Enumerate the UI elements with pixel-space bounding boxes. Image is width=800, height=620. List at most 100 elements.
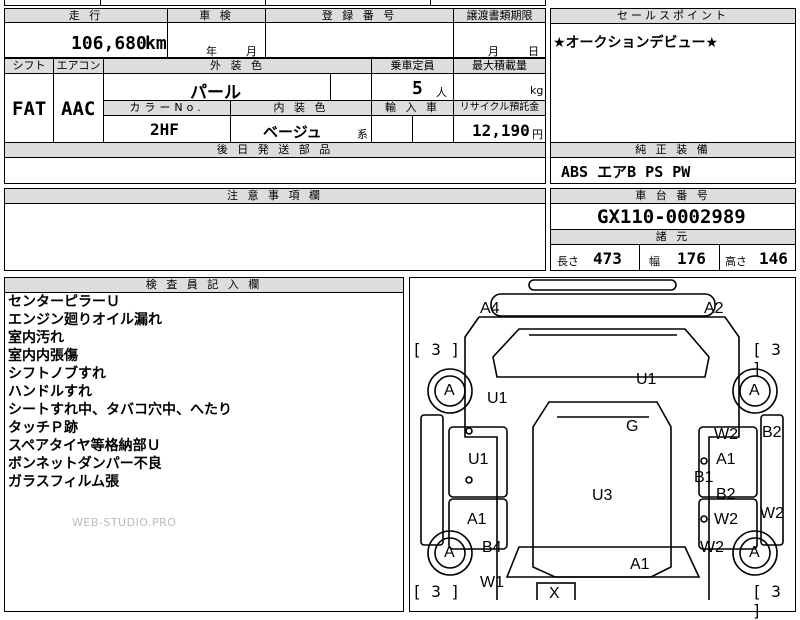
tire-grade-rear-right: A: [749, 544, 760, 561]
inspector-line: ハンドルすれ: [8, 384, 92, 400]
front-bumper: [528, 279, 677, 291]
ac-cell: AAC: [53, 73, 104, 143]
later-parts-header: 後 日 発 送 部 品: [4, 142, 546, 158]
color-no-value: 2HF: [150, 120, 179, 139]
standard-equipment-cell: ABS エアB PS PW: [550, 157, 796, 184]
mark-dot: [700, 515, 708, 523]
tire-grade-rear-left: A: [444, 544, 455, 561]
interior-suffix: 系: [357, 128, 368, 141]
sales-point-cell: ★オークションデビュー★: [550, 23, 796, 143]
damage-mark: A1: [716, 451, 736, 468]
bracket-front-right: [ 3 ]: [752, 340, 781, 378]
max-load-header: 最大積載量: [453, 58, 546, 74]
inspector-header: 検 査 員 記 入 欄: [4, 277, 404, 293]
damage-mark: B2: [716, 486, 736, 503]
interior-value: ベージュ: [263, 123, 322, 141]
specs-height-label: 高さ: [725, 255, 747, 268]
chassis-header: 車 台 番 号: [550, 188, 796, 204]
max-load-unit: kg: [530, 84, 544, 97]
seating-value: 5: [412, 78, 423, 99]
exterior-header: 外 装 色: [103, 58, 372, 74]
inspector-line: センターピラーＵ: [8, 294, 120, 310]
watermark: WEB-STUDIO.PRO: [72, 516, 177, 529]
seating-unit: 人: [436, 86, 447, 99]
body-outline: [464, 316, 740, 600]
inspection-month-label: 月: [246, 45, 257, 58]
standard-equipment-header: 純 正 装 備: [550, 142, 796, 158]
specs-cell: 長さ 473 幅 176 高さ 146: [550, 244, 796, 271]
import-cell-a: [371, 115, 413, 143]
damage-mark: B2: [762, 424, 782, 441]
registration-header: 登 録 番 号: [265, 8, 454, 23]
max-load-cell: kg: [453, 73, 546, 101]
transfer-cell: 月 日: [453, 22, 546, 58]
specs-divider-1: [639, 245, 640, 270]
color-no-header: カラーNo.: [103, 100, 231, 116]
left-side-strip: [420, 414, 444, 546]
inspector-notes: センターピラーＵ エンジン廻りオイル漏れ 室内汚れ 室内内張傷 シフトノブすれ …: [8, 293, 232, 491]
import-header: 輸 入 車: [371, 100, 454, 116]
damage-mark: U1: [636, 371, 657, 388]
transfer-month-label: 月: [488, 45, 499, 58]
damage-mark: W2: [760, 505, 784, 522]
tire-grade-front-left: A: [444, 382, 455, 399]
recycle-header: リサイクル預託金: [453, 100, 546, 116]
damage-mark: A1: [630, 556, 650, 573]
recycle-value: 12,190: [472, 121, 530, 140]
damage-mark: U1: [468, 451, 489, 468]
caution-header: 注 意 事 項 欄: [4, 188, 546, 204]
mileage-cell: 106,680 km: [4, 22, 168, 58]
recycle-unit: 円: [532, 128, 543, 141]
shift-header: シフト: [4, 58, 54, 74]
specs-width: 176: [677, 249, 706, 268]
top-strip-dividers-2: [265, 0, 266, 6]
damage-mark: X: [549, 585, 560, 602]
shift-value: FAT: [12, 98, 47, 120]
mark-dot: [465, 427, 473, 435]
later-parts-cell: [4, 157, 546, 184]
seating-cell: 5 人: [371, 73, 454, 101]
interior-header: 内 装 色: [230, 100, 372, 116]
mark-dot: [465, 476, 473, 484]
recycle-cell: 12,190 円: [453, 115, 546, 143]
ac-value: AAC: [61, 98, 96, 120]
top-strip-dividers-3: [430, 0, 431, 6]
specs-length: 473: [593, 249, 622, 268]
standard-equipment-value: ABS エアB PS PW: [561, 163, 691, 181]
exterior-extra-cell: [330, 73, 372, 101]
top-strip-dividers: [100, 0, 101, 6]
sales-point-header: セールスポイント: [550, 8, 796, 24]
registration-cell: [265, 22, 454, 58]
inspector-line: スペアタイヤ等格納部Ｕ: [8, 438, 161, 454]
damage-mark: W1: [480, 574, 504, 591]
specs-divider-2: [719, 245, 720, 270]
color-no-cell: 2HF: [103, 115, 231, 143]
bracket-rear-left: [ 3 ]: [412, 582, 461, 601]
exterior-value: パール: [190, 83, 241, 101]
seating-header: 乗車定員: [371, 58, 454, 74]
caution-cell: [4, 203, 546, 271]
inspector-line: エンジン廻りオイル漏れ: [8, 312, 162, 328]
tire-grade-front-right: A: [749, 382, 760, 399]
top-strip: [4, 0, 546, 6]
import-cell-b: [412, 115, 454, 143]
inspector-line: 室内内張傷: [8, 348, 78, 364]
specs-width-label: 幅: [649, 255, 660, 268]
inspection-year-label: 年: [206, 45, 217, 58]
damage-mark: U1: [487, 390, 508, 407]
inspector-line: 室内汚れ: [8, 330, 64, 346]
specs-length-label: 長さ: [557, 255, 579, 268]
inspection-header: 車 検: [167, 8, 266, 23]
mark-dot: [700, 457, 708, 465]
exterior-cell: パール: [103, 73, 331, 101]
inspector-line: ボンネットダンパー不良: [8, 456, 162, 472]
sales-point-text: ★オークションデビュー★: [553, 35, 719, 51]
mileage-unit: km: [145, 33, 167, 54]
windshield: [492, 328, 710, 378]
specs-height: 146: [759, 249, 788, 268]
damage-mark: W2: [714, 511, 738, 528]
chassis-cell: GX110-0002989: [550, 203, 796, 230]
shift-cell: FAT: [4, 73, 54, 143]
inspector-line: ガラスフィルム張: [8, 474, 120, 490]
interior-cell: ベージュ 系: [230, 115, 372, 143]
